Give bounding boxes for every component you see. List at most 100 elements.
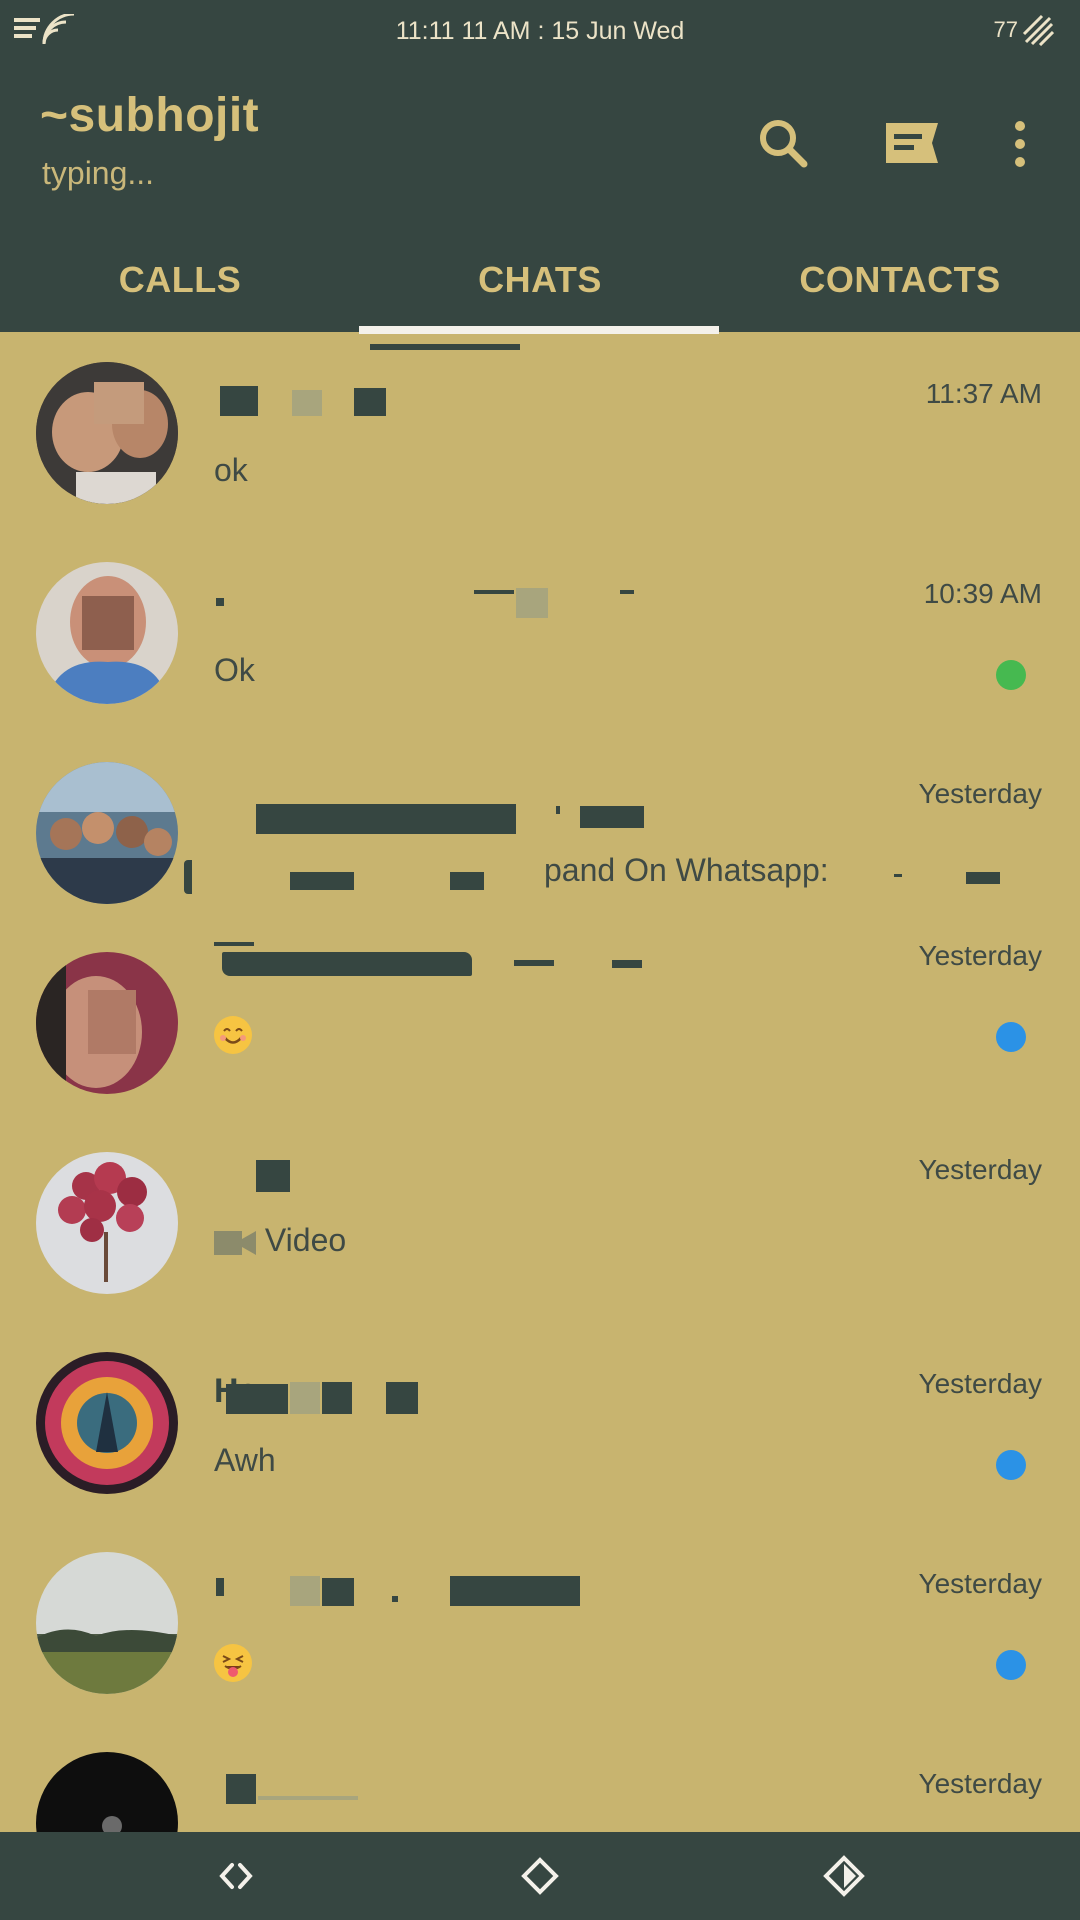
more-vert-icon	[1015, 121, 1025, 167]
redacted-name	[322, 1382, 352, 1414]
avatar	[36, 562, 178, 704]
chat-row[interactable]: Yesterday pand On Whatsapp:	[0, 732, 1080, 932]
chat-time: 11:37 AM	[925, 378, 1042, 409]
new-chat-button[interactable]	[872, 104, 952, 184]
chat-last-message: Ok	[214, 652, 255, 688]
home-button[interactable]	[510, 1850, 570, 1902]
typing-status: typing...	[42, 155, 155, 191]
redacted-name	[256, 804, 516, 834]
back-nav-icon	[219, 1863, 253, 1889]
tongue-out-emoji-icon	[214, 1643, 252, 1682]
chat-row[interactable]: 11:37 AM ok	[0, 332, 1080, 532]
redacted-name	[258, 1796, 358, 1800]
navigation-bar	[0, 1832, 1080, 1920]
search-icon	[760, 120, 808, 168]
chat-name	[214, 1172, 754, 1216]
recents-button[interactable]	[814, 1850, 874, 1902]
chat-row[interactable]: Ha Yesterday Awh	[0, 1322, 1080, 1522]
avatar	[36, 952, 178, 1094]
app-header: ~subhojit typing... CALLS CHATS CONTACTS	[0, 60, 1080, 334]
redacted-name	[256, 1160, 290, 1192]
chat-row[interactable]: 10:39 AM Ok	[0, 532, 1080, 732]
avatar	[36, 1152, 178, 1294]
chat-time: Yesterday	[918, 1768, 1043, 1799]
redacted-name	[226, 1384, 288, 1414]
redacted-name	[222, 952, 472, 976]
redacted-name	[214, 942, 254, 946]
unread-indicator	[996, 660, 1026, 690]
home-nav-icon	[521, 1857, 559, 1895]
redacted-name	[516, 588, 548, 618]
recents-nav-icon	[823, 1855, 865, 1897]
redacted-name	[322, 1578, 354, 1606]
message-text: Video	[264, 1222, 347, 1258]
profile-name[interactable]: ~subhojit	[40, 88, 259, 143]
redacted-message	[450, 872, 484, 890]
chat-last-message	[214, 1014, 252, 1054]
redacted-name	[450, 1576, 580, 1606]
avatar	[36, 762, 178, 904]
redacted-name	[392, 1596, 398, 1602]
redacted-name	[290, 1576, 320, 1606]
chat-last-message: ok	[214, 452, 248, 488]
chat-time: Yesterday	[918, 940, 1043, 971]
tab-calls[interactable]: CALLS	[0, 240, 360, 332]
chat-row[interactable]: Yesterday	[0, 1522, 1080, 1722]
chat-time: Yesterday	[918, 1568, 1043, 1599]
redacted-name	[220, 386, 258, 416]
chat-last-message: Video	[214, 1222, 346, 1259]
tab-bar: CALLS CHATS CONTACTS	[0, 240, 1080, 332]
tab-contacts[interactable]: CONTACTS	[720, 240, 1080, 332]
battery-icon	[1022, 14, 1054, 46]
redacted-name	[354, 388, 386, 416]
back-button[interactable]	[206, 1850, 266, 1902]
search-button[interactable]	[744, 104, 824, 184]
unread-indicator	[996, 1650, 1026, 1680]
chat-last-message: pand On Whatsapp:	[544, 852, 829, 888]
status-time: 11:11 11 AM : 15 Jun Wed	[395, 17, 685, 45]
video-camera-icon	[214, 1230, 256, 1255]
redacted-name	[580, 806, 644, 828]
redacted-message	[290, 872, 354, 890]
unread-indicator	[996, 1450, 1026, 1480]
redacted-name	[226, 1774, 256, 1804]
battery-level: 77	[993, 17, 1018, 42]
redacted-name	[620, 590, 634, 594]
redacted-name	[556, 806, 560, 814]
chat-row[interactable]: Yesterday Video	[0, 1122, 1080, 1322]
redacted-name	[216, 1578, 224, 1596]
avatar	[36, 1752, 178, 1832]
redacted-message	[894, 874, 902, 877]
redacted-name	[474, 590, 514, 594]
chat-row[interactable]: Yesterday	[0, 1722, 1080, 1832]
redacted-name	[370, 344, 520, 350]
redacted-name	[386, 1382, 418, 1414]
chat-row[interactable]: Yesterday	[0, 922, 1080, 1122]
redacted-name	[514, 960, 554, 966]
redacted-message	[184, 860, 192, 894]
chat-time: 10:39 AM	[923, 578, 1042, 609]
redacted-message	[966, 872, 1000, 884]
smiley-emoji-icon	[214, 1015, 252, 1054]
chat-time: Yesterday	[918, 1368, 1043, 1399]
redacted-name	[612, 960, 642, 968]
redacted-name	[290, 1382, 320, 1414]
more-options-button[interactable]	[980, 104, 1060, 184]
redacted-name	[292, 390, 322, 416]
redacted-name	[216, 598, 224, 606]
chat-list: 11:37 AM ok 10:39 AM Ok Yesterday pand O…	[0, 332, 1080, 1832]
chat-last-message: Awh	[214, 1442, 276, 1478]
avatar	[36, 362, 178, 504]
chat-time: Yesterday	[918, 778, 1043, 809]
tab-chats[interactable]: CHATS	[360, 240, 720, 332]
avatar	[36, 1352, 178, 1494]
unread-indicator	[996, 1022, 1026, 1052]
chat-last-message	[214, 1642, 252, 1682]
chat-name	[214, 1772, 754, 1816]
chat-name	[214, 972, 754, 1016]
new-chat-icon	[886, 123, 938, 163]
avatar	[36, 1552, 178, 1694]
chat-name	[214, 582, 754, 626]
status-bar: 11:11 11 AM : 15 Jun Wed 77	[0, 0, 1080, 60]
chat-time: Yesterday	[918, 1154, 1043, 1185]
